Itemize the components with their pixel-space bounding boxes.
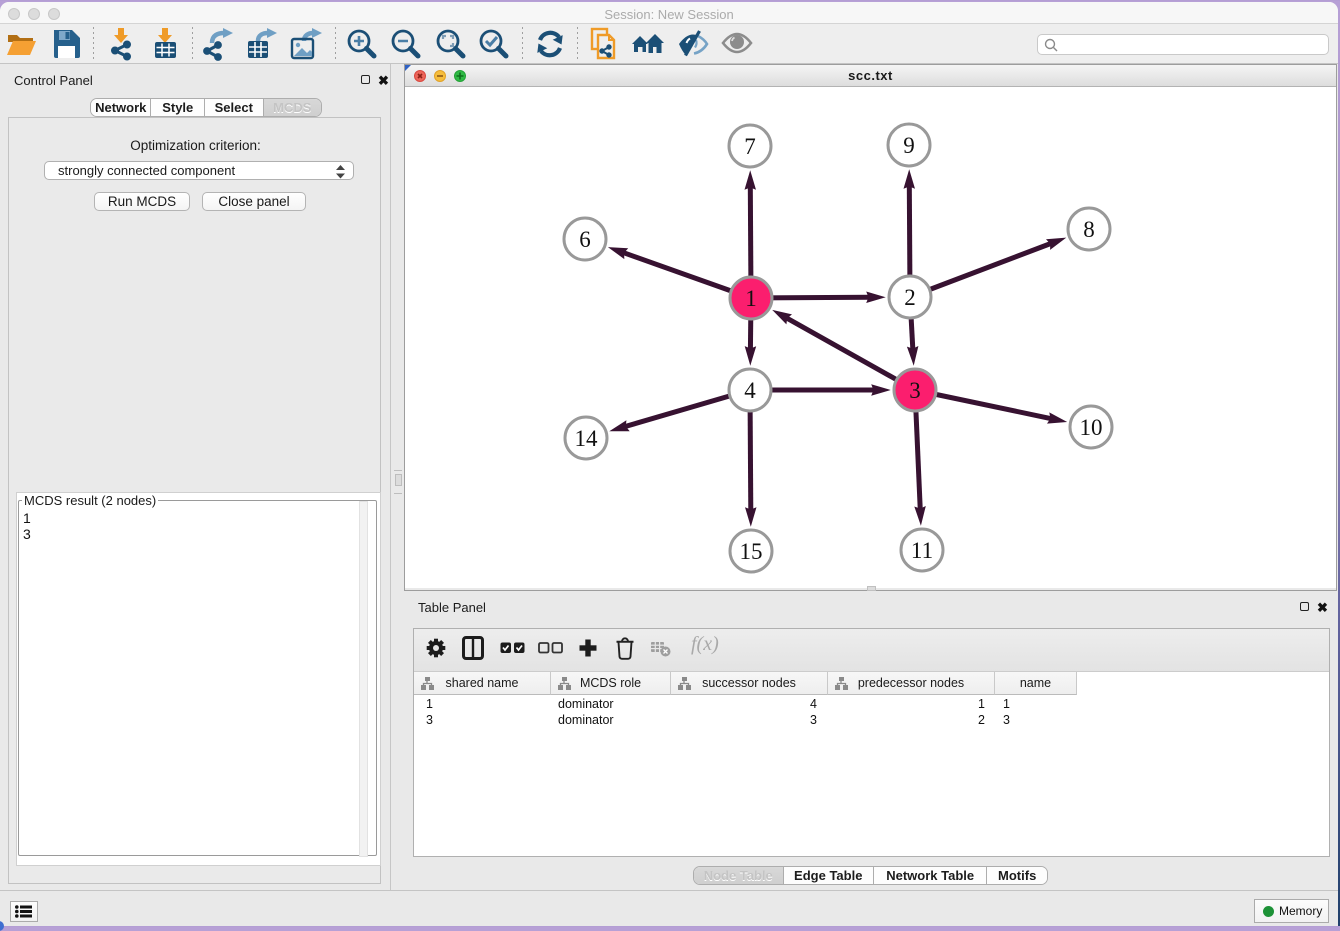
svg-text:1: 1 [745, 286, 757, 311]
svg-text:14: 14 [575, 426, 599, 451]
svg-text:4: 4 [744, 378, 756, 403]
svg-text:11: 11 [911, 538, 933, 563]
svg-text:10: 10 [1080, 415, 1103, 440]
svg-text:9: 9 [903, 133, 915, 158]
svg-text:6: 6 [579, 227, 591, 252]
svg-text:7: 7 [744, 134, 756, 159]
svg-text:3: 3 [909, 378, 921, 403]
svg-text:15: 15 [740, 539, 763, 564]
svg-text:2: 2 [904, 285, 916, 310]
svg-text:8: 8 [1083, 217, 1095, 242]
